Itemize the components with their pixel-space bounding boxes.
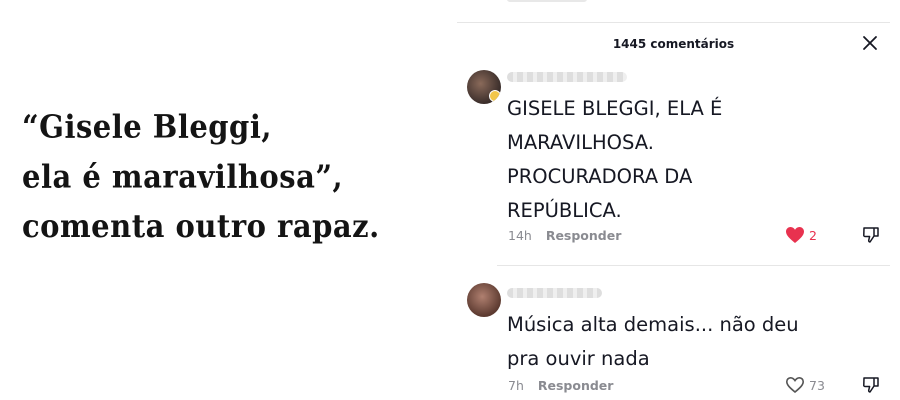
caption-overlay: “Gisele Bleggi, ela é maravilhosa”, come… [22, 102, 442, 251]
reply-button[interactable]: Responder [546, 228, 622, 243]
comment-meta: 7h Responder [508, 378, 613, 393]
avatar[interactable] [467, 283, 501, 317]
comment-text-line: REPÚBLICA. [507, 199, 622, 222]
avatar[interactable] [467, 70, 501, 104]
comment-time: 14h [508, 228, 532, 243]
comment-text: GISELE BLEGGI, ELA É MARAVILHOSA. PROCUR… [507, 92, 837, 228]
caption-line: “Gisele Bleggi, [22, 108, 272, 146]
badge-icon [489, 90, 501, 102]
like-count: 2 [809, 227, 817, 243]
comments-panel: 1445 comentários GISELE BLEGGI, ELA É MA… [457, 0, 890, 400]
username-blurred[interactable] [507, 72, 627, 82]
like-button[interactable]: 2 [785, 226, 817, 244]
caption-line: ela é maravilhosa”, [22, 158, 344, 195]
caption-line: comenta outro rapaz. [22, 207, 380, 245]
comment-text-line: GISELE BLEGGI, ELA É [507, 97, 723, 120]
like-button[interactable]: 73 [785, 376, 825, 394]
like-count: 73 [809, 377, 825, 393]
comment-time: 7h [508, 378, 524, 393]
username-blurred[interactable] [507, 288, 602, 298]
comments-count-title: 1445 comentários [612, 37, 735, 51]
comment-text-line: MARAVILHOSA. [507, 131, 654, 154]
divider [457, 22, 890, 23]
reply-button[interactable]: Responder [538, 378, 614, 393]
comment-text-line: pra ouvir nada [507, 347, 650, 370]
comment-meta: 14h Responder [508, 228, 621, 243]
comment-text: Música alta demais... não deu pra ouvir … [507, 308, 837, 376]
thumbs-down-icon[interactable] [862, 376, 880, 394]
clipped-previous-content [507, 0, 587, 2]
comment-text-line: Música alta demais... não deu [507, 313, 799, 336]
heart-outline-icon [785, 376, 805, 394]
close-icon[interactable] [861, 34, 879, 52]
heart-filled-icon [786, 227, 804, 243]
divider [497, 265, 890, 266]
thumbs-down-icon[interactable] [862, 226, 880, 244]
comment-text-line: PROCURADORA DA [507, 165, 693, 188]
